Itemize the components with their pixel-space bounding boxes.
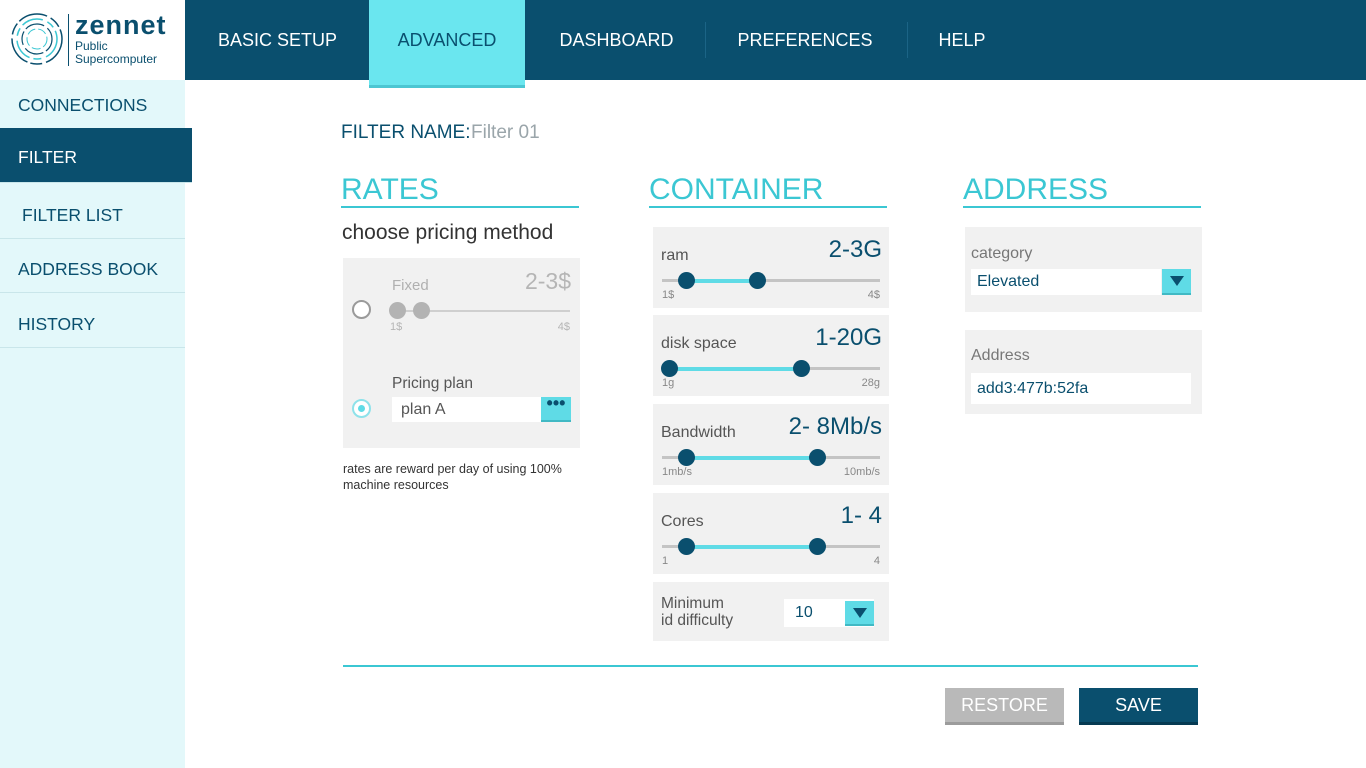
id-difficulty-card: Minimum id difficulty 10 — [653, 582, 889, 641]
pricing-plan-label: Pricing plan — [392, 375, 473, 392]
fixed-value: 2-3$ — [524, 268, 571, 294]
id-difficulty-label-line2: id difficulty — [661, 612, 734, 629]
save-button[interactable]: SAVE — [1079, 688, 1198, 725]
ram-label: ram — [661, 247, 689, 264]
filter-name-input[interactable]: Filter 01 — [471, 122, 540, 144]
ram-card: ram 2-3G 1$ 4$ — [653, 227, 889, 308]
top-header: zennet Public Supercomputer BASIC SETUP … — [0, 0, 1366, 88]
disk-min-label: 1g — [662, 377, 675, 389]
cores-min-label: 1 — [662, 555, 669, 567]
sidebar: CONNECTIONS FILTER FILTER LIST ADDRESS B… — [0, 80, 192, 768]
address-card: Address add3:477b:52fa — [965, 330, 1202, 414]
pricing-method-card: Fixed 2-3$ 1$ 4$ Pricing plan plan A ••• — [343, 258, 580, 448]
filter-name-label: FILTER NAME: — [341, 122, 471, 143]
logo-subtitle: Public Supercomputer — [75, 40, 157, 66]
category-label: category — [971, 245, 1033, 262]
cores-max-label: 4 — [873, 555, 880, 567]
disk-max-label: 28g — [861, 377, 880, 389]
fixed-label: Fixed — [392, 277, 429, 294]
sidebar-item-connections[interactable]: CONNECTIONS — [0, 80, 185, 134]
sidebar-item-address-book[interactable]: ADDRESS BOOK — [0, 239, 185, 293]
more-dots-icon: ••• — [546, 393, 566, 413]
ram-min-label: 1$ — [662, 289, 675, 301]
address-input[interactable]: add3:477b:52fa — [971, 373, 1191, 404]
logo-circle-icon — [11, 13, 63, 65]
fixed-slider-max-thumb[interactable] — [413, 302, 430, 319]
disk-slider-max-thumb[interactable] — [793, 360, 810, 377]
address-label: Address — [971, 347, 1030, 364]
cores-slider-range — [687, 545, 819, 549]
fixed-max-label: 4$ — [557, 321, 570, 333]
tab-dashboard[interactable]: DASHBOARD — [525, 0, 708, 80]
cores-slider-max-thumb[interactable] — [809, 538, 826, 555]
fixed-min-label: 1$ — [390, 321, 403, 333]
chevron-down-icon — [1169, 276, 1184, 286]
id-difficulty-label-line1: Minimum — [661, 595, 724, 612]
category-select[interactable]: Elevated — [971, 269, 1161, 295]
pricing-plan-radio[interactable] — [352, 399, 371, 418]
logo-title: zennet — [75, 10, 167, 40]
logo[interactable]: zennet Public Supercomputer — [0, 0, 185, 80]
address-title: ADDRESS — [963, 172, 1201, 208]
tab-basic-setup[interactable]: BASIC SETUP — [185, 0, 370, 80]
bandwidth-slider-min-thumb[interactable] — [678, 449, 695, 466]
category-dropdown-button[interactable] — [1162, 269, 1191, 295]
cores-label: Cores — [661, 513, 704, 530]
id-difficulty-value: 10 — [795, 604, 813, 621]
bandwidth-card: Bandwidth 2- 8Mb/s 1mb/s 10mb/s — [653, 404, 889, 485]
sidebar-item-filter-list[interactable]: FILTER LIST — [0, 185, 185, 239]
chevron-down-icon — [852, 607, 867, 618]
pricing-plan-more-button[interactable]: ••• — [541, 393, 571, 422]
bandwidth-max-label: 10mb/s — [843, 466, 880, 478]
ram-max-label: 4$ — [867, 289, 880, 301]
rates-note: rates are reward per day of using 100% m… — [343, 462, 562, 492]
bandwidth-slider-range — [687, 456, 819, 460]
container-title: CONTAINER — [649, 172, 887, 208]
fixed-slider-min-thumb[interactable] — [389, 302, 406, 319]
sidebar-item-history[interactable]: HISTORY — [0, 294, 185, 348]
sidebar-item-filter[interactable]: FILTER — [0, 128, 192, 183]
restore-button[interactable]: RESTORE — [945, 688, 1064, 725]
rates-title: RATES — [341, 172, 579, 208]
logo-divider — [68, 14, 69, 66]
cores-slider-min-thumb[interactable] — [678, 538, 695, 555]
id-difficulty-dropdown-button[interactable] — [845, 601, 874, 626]
tab-help[interactable]: HELP — [907, 0, 1017, 80]
bandwidth-value: 2- 8Mb/s — [788, 413, 882, 440]
ram-value: 2-3G — [828, 236, 882, 263]
ram-slider-min-thumb[interactable] — [678, 272, 695, 289]
disk-space-label: disk space — [661, 335, 737, 352]
id-difficulty-label: Minimum id difficulty — [661, 595, 733, 629]
tab-advanced[interactable]: ADVANCED — [369, 0, 525, 88]
tab-preferences[interactable]: PREFERENCES — [705, 0, 905, 80]
cores-card: Cores 1- 4 1 4 — [653, 493, 889, 574]
bandwidth-slider-max-thumb[interactable] — [809, 449, 826, 466]
logo-subtitle-line2: Supercomputer — [75, 52, 158, 66]
rates-subtitle: choose pricing method — [342, 221, 554, 244]
disk-space-card: disk space 1-20G 1g 28g — [653, 315, 889, 396]
bandwidth-label: Bandwidth — [661, 424, 736, 441]
fixed-radio[interactable] — [352, 300, 371, 319]
id-difficulty-select[interactable]: 10 — [784, 599, 874, 627]
pricing-plan-input[interactable]: plan A — [392, 397, 542, 422]
category-card: category Elevated — [965, 227, 1202, 312]
bandwidth-min-label: 1mb/s — [662, 466, 692, 478]
cores-value: 1- 4 — [840, 502, 882, 529]
disk-space-value: 1-20G — [815, 324, 882, 351]
disk-slider-min-thumb[interactable] — [661, 360, 678, 377]
disk-slider-range — [669, 367, 802, 371]
form-divider — [343, 665, 1198, 667]
ram-slider-max-thumb[interactable] — [749, 272, 766, 289]
